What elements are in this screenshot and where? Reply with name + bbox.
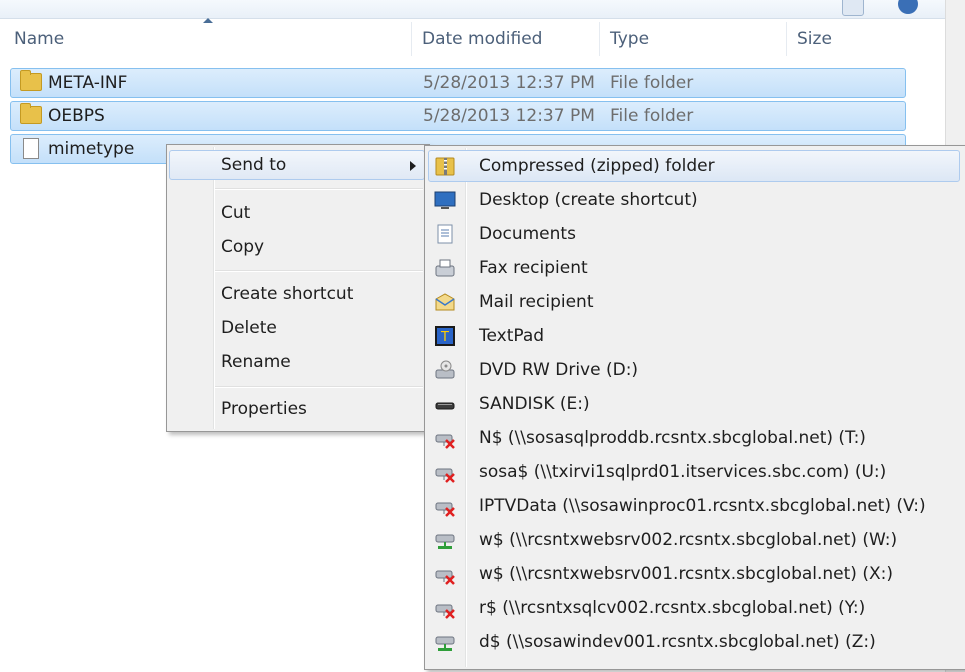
documents-icon: [437, 224, 453, 244]
submenu-item-label: Compressed (zipped) folder: [479, 156, 715, 176]
send-to-network-drive-v[interactable]: IPTVData (\\sosawinproc01.rcsntx.sbcglob…: [428, 490, 960, 522]
submenu-item-label: SANDISK (E:): [479, 394, 590, 414]
submenu-item-label: w$ (\\rcsntxwebsrv001.rcsntx.sbcglobal.n…: [479, 564, 893, 584]
menu-separator: [215, 270, 423, 272]
dvd-drive-icon: [435, 360, 455, 379]
send-to-network-drive-w[interactable]: w$ (\\rcsntxwebsrv002.rcsntx.sbcglobal.n…: [428, 524, 960, 556]
send-to-network-drive-z[interactable]: d$ (\\sosawindev001.rcsntx.sbcglobal.net…: [428, 626, 960, 658]
mail-icon: [435, 293, 455, 311]
fax-icon: [435, 259, 455, 277]
menu-item-delete[interactable]: Delete: [169, 313, 425, 343]
file-type: File folder: [610, 106, 694, 126]
menu-separator: [215, 386, 423, 388]
submenu-item-label: Documents: [479, 224, 576, 244]
send-to-documents[interactable]: Documents: [428, 218, 960, 250]
submenu-item-label: Desktop (create shortcut): [479, 190, 698, 210]
column-header-size[interactable]: Size: [787, 22, 912, 56]
submenu-item-label: w$ (\\rcsntxwebsrv002.rcsntx.sbcglobal.n…: [479, 530, 898, 550]
send-to-network-drive-u[interactable]: sosa$ (\\txirvi1sqlprd01.itservices.sbc.…: [428, 456, 960, 488]
file-name: META-INF: [48, 73, 128, 93]
send-to-network-drive-x[interactable]: w$ (\\rcsntxwebsrv001.rcsntx.sbcglobal.n…: [428, 558, 960, 590]
menu-item-copy[interactable]: Copy: [169, 232, 425, 262]
textpad-icon: T: [435, 326, 455, 346]
network-drive-disconnected-icon: [435, 468, 455, 483]
submenu-item-label: r$ (\\rcsntxsqlcv002.rcsntx.sbcglobal.ne…: [479, 598, 866, 618]
submenu-item-label: IPTVData (\\sosawinproc01.rcsntx.sbcglob…: [479, 496, 926, 516]
network-drive-disconnected-icon: [435, 604, 455, 619]
send-to-network-drive-y[interactable]: r$ (\\rcsntxsqlcv002.rcsntx.sbcglobal.ne…: [428, 592, 960, 624]
folder-icon: [20, 70, 42, 91]
send-to-network-drive-t[interactable]: N$ (\\sosasqlproddb.rcsntx.sbcglobal.net…: [428, 422, 960, 454]
file-date-modified: 5/28/2013 12:37 PM: [423, 73, 595, 93]
file-name: mimetype: [48, 139, 135, 159]
submenu-item-label: TextPad: [479, 326, 545, 346]
send-to-desktop[interactable]: Desktop (create shortcut): [428, 184, 960, 216]
network-drive-disconnected-icon: [435, 434, 455, 449]
send-to-sandisk[interactable]: SANDISK (E:): [428, 388, 960, 420]
submenu-item-label: d$ (\\sosawindev001.rcsntx.sbcglobal.net…: [479, 632, 876, 652]
column-header-date-modified[interactable]: Date modified: [412, 22, 600, 56]
submenu-item-label: Fax recipient: [479, 258, 588, 278]
help-icon[interactable]: [898, 0, 918, 14]
context-menu: Send to Cut Copy Create shortcut Delete …: [166, 144, 430, 432]
svg-text:T: T: [440, 330, 449, 345]
network-drive-connected-icon: [435, 534, 455, 549]
menu-item-cut[interactable]: Cut: [169, 198, 425, 228]
submenu-item-label: sosa$ (\\txirvi1sqlprd01.itservices.sbc.…: [479, 462, 887, 482]
menu-item-properties[interactable]: Properties: [169, 394, 425, 424]
zip-folder-icon: [435, 157, 455, 176]
file-row[interactable]: META-INF 5/28/2013 12:37 PM File folder: [10, 68, 906, 98]
submenu-item-label: Mail recipient: [479, 292, 594, 312]
submenu-item-label: DVD RW Drive (D:): [479, 360, 639, 380]
send-to-fax-recipient[interactable]: Fax recipient: [428, 252, 960, 284]
network-drive-disconnected-icon: [435, 502, 455, 517]
menu-item-rename[interactable]: Rename: [169, 347, 425, 377]
usb-drive-icon: [435, 402, 455, 410]
send-to-textpad[interactable]: T TextPad: [428, 320, 960, 352]
menu-item-label: Send to: [221, 155, 287, 175]
view-options-icon[interactable]: [842, 0, 864, 16]
submenu-arrow-icon: [410, 161, 416, 171]
desktop-icon: [434, 191, 456, 209]
menu-item-send-to[interactable]: Send to: [169, 150, 425, 180]
column-header-type[interactable]: Type: [600, 22, 787, 56]
network-drive-connected-icon: [435, 636, 455, 651]
menu-separator: [215, 188, 423, 190]
send-to-submenu: Compressed (zipped) folder Desktop (crea…: [424, 145, 965, 670]
file-row[interactable]: OEBPS 5/28/2013 12:37 PM File folder: [10, 101, 906, 131]
file-icon: [23, 138, 39, 159]
folder-icon: [20, 103, 42, 124]
menu-item-create-shortcut[interactable]: Create shortcut: [169, 279, 425, 309]
column-header-name[interactable]: Name: [4, 22, 412, 56]
column-header-row: Name Date modified Type Size: [0, 22, 945, 56]
network-drive-disconnected-icon: [435, 570, 455, 585]
send-to-dvd-drive[interactable]: DVD RW Drive (D:): [428, 354, 960, 386]
send-to-mail-recipient[interactable]: Mail recipient: [428, 286, 960, 318]
toolbar: [0, 0, 965, 19]
file-date-modified: 5/28/2013 12:37 PM: [423, 106, 595, 126]
file-name: OEBPS: [48, 106, 105, 126]
send-to-compressed-folder[interactable]: Compressed (zipped) folder: [428, 150, 960, 182]
file-type: File folder: [610, 73, 694, 93]
submenu-item-label: N$ (\\sosasqlproddb.rcsntx.sbcglobal.net…: [479, 428, 866, 448]
